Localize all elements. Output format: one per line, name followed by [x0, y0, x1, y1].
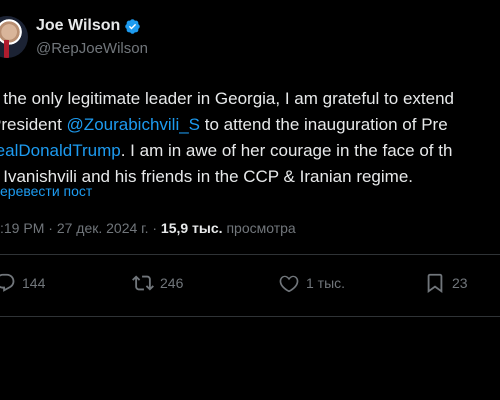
- tweet-detail: Joe Wilson @RepJoeWilson s the only legi…: [0, 0, 500, 400]
- tweet-line-2-pre: President: [0, 115, 62, 134]
- mention-link-zourabichvili[interactable]: @Zourabichvili_S: [67, 115, 200, 134]
- tweet-line-3-post: . I am in awe of her courage in the face…: [120, 141, 453, 160]
- tweet-time[interactable]: :19 PM: [0, 220, 44, 236]
- bookmark-count: 23: [452, 275, 468, 291]
- tweet-line-1: s the only legitimate leader in Georgia,…: [0, 89, 454, 108]
- mention-link-trump[interactable]: realDonaldTrump: [0, 141, 121, 160]
- tweet-line-3: realDonaldTrump. I am in awe of her cour…: [0, 138, 500, 164]
- divider: [0, 254, 500, 255]
- retweet-button[interactable]: 246: [132, 272, 183, 294]
- reply-count: 144: [22, 275, 46, 291]
- reply-icon: [0, 273, 15, 292]
- avatar-tie: [4, 40, 9, 58]
- tweet-line-2: President @Zourabichvili_S to attend the…: [0, 112, 500, 138]
- author-handle[interactable]: @RepJoeWilson: [36, 40, 148, 57]
- retweet-icon: [132, 275, 154, 291]
- views-label: просмотра: [222, 220, 296, 236]
- author-name-row: Joe Wilson: [36, 17, 141, 35]
- heart-icon: [279, 275, 299, 293]
- meta-separator: ·: [44, 220, 57, 236]
- meta-separator: ·: [148, 220, 161, 236]
- action-bar: 144 246 1 тыс. 23: [0, 272, 500, 296]
- tweet-line-2-post: to attend the inauguration of Pre: [200, 115, 448, 134]
- verified-badge-icon: [124, 18, 141, 35]
- like-button[interactable]: 1 тыс.: [278, 272, 345, 294]
- tweet-text: s the only legitimate leader in Georgia,…: [0, 86, 500, 190]
- bookmark-button[interactable]: 23: [424, 272, 468, 294]
- translate-post-link[interactable]: еревести пост: [0, 183, 92, 199]
- avatar[interactable]: [0, 16, 28, 58]
- divider: [0, 316, 500, 317]
- author-display-name[interactable]: Joe Wilson: [36, 17, 120, 35]
- bookmark-icon: [427, 273, 443, 294]
- retweet-count: 246: [160, 275, 184, 291]
- tweet-date[interactable]: 27 дек. 2024 г.: [57, 220, 149, 236]
- like-count: 1 тыс.: [306, 275, 346, 291]
- tweet-meta: :19 PM · 27 дек. 2024 г. · 15,9 тыс. про…: [0, 220, 296, 236]
- views-count: 15,9 тыс.: [160, 220, 223, 236]
- reply-button[interactable]: 144: [0, 272, 45, 294]
